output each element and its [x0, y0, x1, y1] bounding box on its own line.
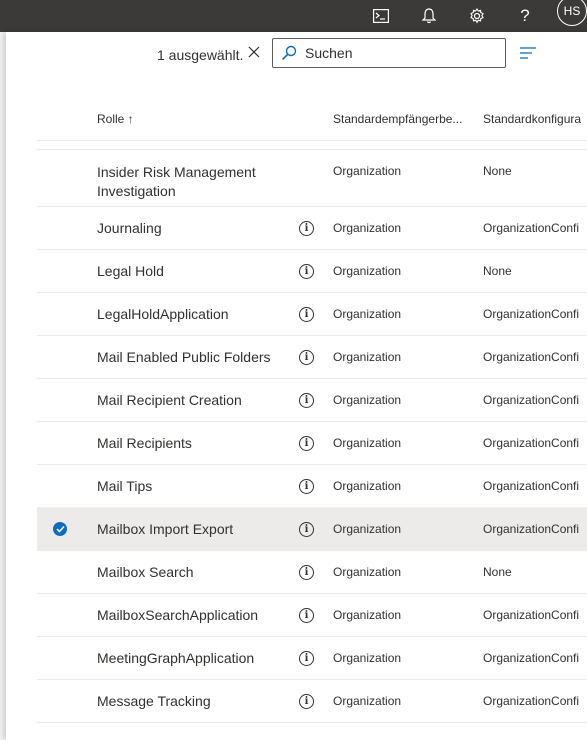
config-scope-cell: OrganizationConfi [483, 651, 580, 665]
config-scope-cell: OrganizationConfi [483, 350, 580, 364]
role-table-body: Insider Risk Management Investigation Or… [37, 150, 587, 723]
recipient-scope-cell: Organization [333, 608, 402, 622]
table-row[interactable]: MailboxSearchApplication i Organization … [37, 594, 587, 637]
config-scope-cell: OrganizationConfi [483, 221, 580, 235]
info-icon[interactable]: i [299, 221, 314, 236]
config-scope-cell: OrganizationConfi [483, 479, 580, 493]
table-row[interactable]: Mail Enabled Public Folders i Organizati… [37, 336, 587, 379]
role-name: Legal Hold [97, 263, 164, 279]
table-row[interactable]: Message Tracking i Organization Organiza… [37, 680, 587, 723]
recipient-scope-cell: Organization [333, 651, 402, 665]
selection-count: 1 ausgewählt. [157, 47, 244, 63]
config-scope-cell: OrganizationConfi [483, 307, 580, 321]
info-icon[interactable]: i [299, 651, 314, 666]
recipient-scope-cell: Organization [333, 522, 402, 536]
recipient-scope-cell: Organization [333, 565, 402, 579]
top-bar: ? HS [0, 0, 587, 32]
recipient-scope-cell: Organization [333, 436, 402, 450]
table-row-selected[interactable]: Mailbox Import Export i Organization Org… [37, 508, 587, 551]
search-input[interactable] [305, 39, 495, 67]
avatar[interactable]: HS [557, 0, 587, 26]
role-name: Mail Enabled Public Folders [97, 349, 271, 365]
column-header-recipient-scope[interactable]: Standardempfängerbe... [333, 112, 462, 126]
table-row[interactable]: Mail Recipients i Organization Organizat… [37, 422, 587, 465]
clear-selection-icon[interactable] [246, 45, 262, 63]
filter-icon[interactable] [519, 46, 537, 65]
config-scope-cell: OrganizationConfi [483, 694, 580, 708]
config-scope-cell: OrganizationConfi [483, 393, 580, 407]
info-icon[interactable]: i [299, 522, 314, 537]
recipient-scope-cell: Organization [333, 221, 402, 235]
recipient-scope-cell: Organization [333, 307, 402, 321]
help-icon[interactable]: ? [510, 0, 540, 32]
info-icon[interactable]: i [299, 307, 314, 322]
info-icon[interactable]: i [299, 565, 314, 580]
role-name: LegalHoldApplication [97, 306, 229, 322]
config-scope-cell: OrganizationConfi [483, 522, 580, 536]
config-scope-cell: None [483, 565, 512, 579]
role-name: MeetingGraphApplication [97, 650, 255, 666]
recipient-scope-cell: Organization [333, 164, 402, 178]
info-icon[interactable]: i [299, 608, 314, 623]
column-header-config-scope[interactable]: Standardkonfigura [483, 112, 581, 126]
role-name: Journaling [97, 220, 162, 236]
config-scope-cell: OrganizationConfi [483, 436, 580, 450]
recipient-scope-cell: Organization [333, 350, 402, 364]
search-icon [281, 45, 297, 66]
config-scope-cell: OrganizationConfi [483, 608, 580, 622]
column-header-role[interactable]: Rolle ↑ [97, 112, 134, 126]
role-name: Mailbox Search [97, 564, 194, 580]
gear-icon[interactable] [462, 0, 492, 32]
role-name: Mailbox Import Export [97, 521, 234, 537]
table-row[interactable]: Mailbox Search i Organization None [37, 551, 587, 594]
info-icon[interactable]: i [299, 264, 314, 279]
table-row[interactable]: Insider Risk Management Investigation Or… [37, 150, 587, 207]
role-name: Mail Tips [97, 478, 153, 494]
table-row[interactable]: LegalHoldApplication i Organization Orga… [37, 293, 587, 336]
bell-icon[interactable] [414, 0, 444, 32]
terminal-icon[interactable] [366, 0, 396, 32]
info-icon[interactable]: i [299, 350, 314, 365]
table-row[interactable]: Legal Hold i Organization None [37, 250, 587, 293]
checkmark-icon[interactable] [53, 522, 67, 536]
config-scope-cell: None [483, 264, 512, 278]
role-name: Mail Recipients [97, 435, 192, 451]
info-icon[interactable]: i [299, 436, 314, 451]
recipient-scope-cell: Organization [333, 479, 402, 493]
table-row-partial [37, 140, 587, 150]
info-icon[interactable]: i [299, 393, 314, 408]
recipient-scope-cell: Organization [333, 694, 402, 708]
table-header: Rolle ↑ Standardempfängerbe... Standardk… [37, 102, 587, 141]
role-picker-panel: 1 ausgewählt. Rolle ↑ Standardempfängerb… [6, 32, 587, 740]
info-icon[interactable]: i [299, 479, 314, 494]
recipient-scope-cell: Organization [333, 264, 402, 278]
role-name: MailboxSearchApplication [97, 607, 259, 623]
table-row[interactable]: MeetingGraphApplication i Organization O… [37, 637, 587, 680]
info-icon[interactable]: i [299, 694, 314, 709]
search-box[interactable] [272, 38, 506, 68]
role-name: Insider Risk Management Investigation [97, 164, 256, 199]
table-row[interactable]: Mail Tips i Organization OrganizationCon… [37, 465, 587, 508]
role-name: Mail Recipient Creation [97, 392, 242, 408]
table-row[interactable]: Journaling i Organization OrganizationCo… [37, 207, 587, 250]
table-row[interactable]: Mail Recipient Creation i Organization O… [37, 379, 587, 422]
recipient-scope-cell: Organization [333, 393, 402, 407]
role-name: Message Tracking [97, 693, 211, 709]
config-scope-cell: None [483, 164, 512, 178]
